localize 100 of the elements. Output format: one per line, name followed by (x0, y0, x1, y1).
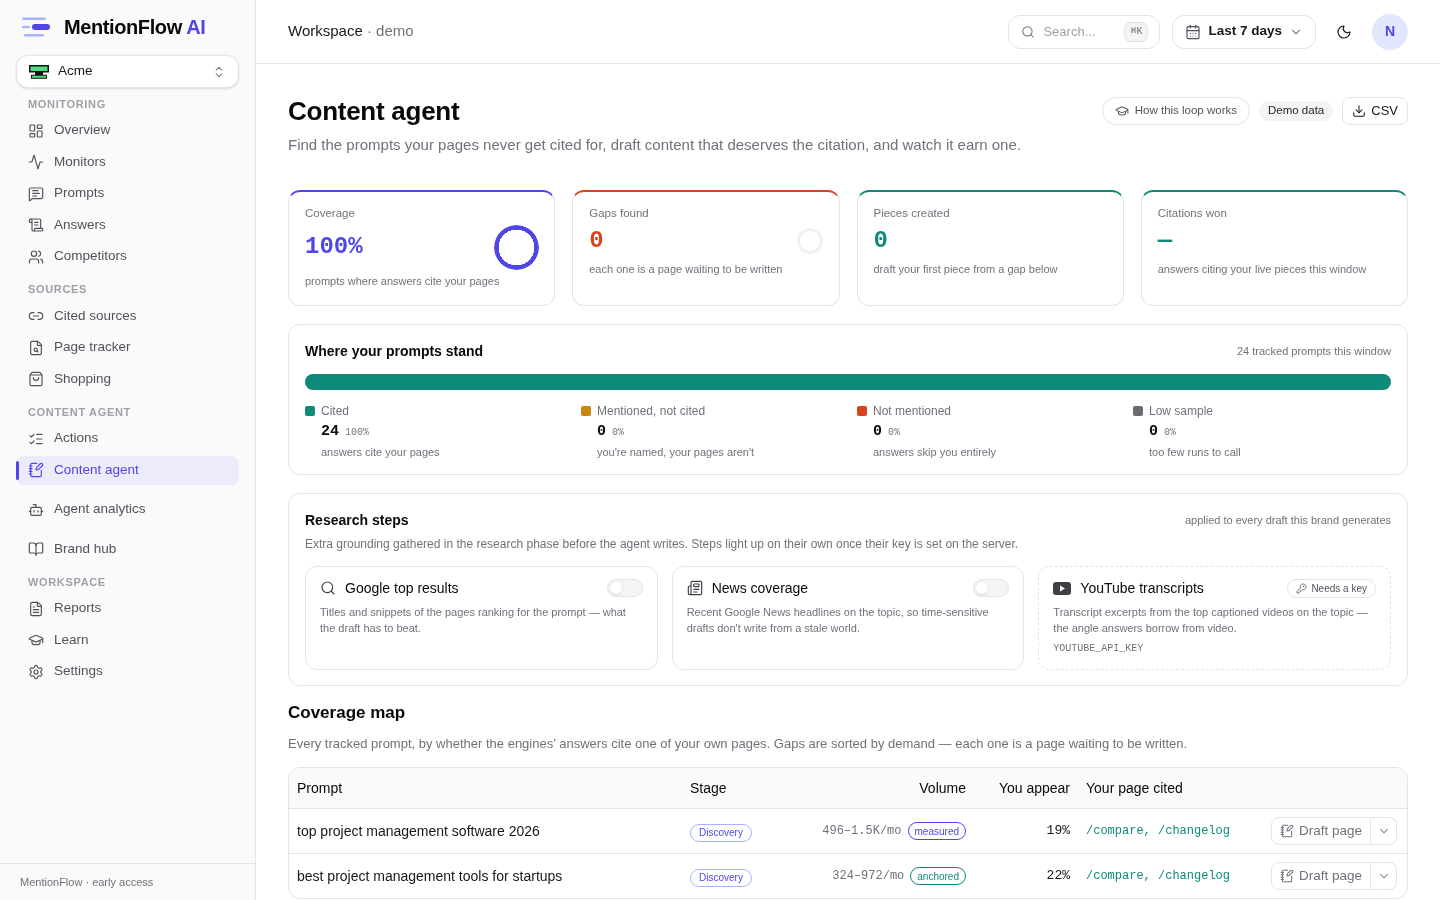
key-icon (1296, 582, 1308, 594)
nav-item[interactable]: Page tracker (16, 333, 239, 362)
nav-item[interactable]: Competitors (16, 242, 239, 271)
panel-description: Extra grounding gathered in the research phase before the agent writes. Steps light up on their own once their key is set on the server. (305, 536, 1020, 552)
nav-item[interactable]: Answers (16, 210, 239, 240)
dropdown-button[interactable] (1371, 817, 1397, 845)
step-title: YouTube transcripts (1080, 578, 1204, 598)
nav-item[interactable]: Settings (16, 657, 239, 686)
nav-item[interactable]: Agent analytics (16, 495, 239, 524)
nav-item[interactable]: Learn (16, 625, 239, 655)
toggle-switch[interactable] (973, 579, 1010, 597)
appear-cell-text: 19% (1045, 822, 1071, 841)
section-title: Coverage map (288, 702, 407, 724)
draft-page-button[interactable]: Draft page (1270, 817, 1371, 845)
document-icon (28, 600, 44, 617)
date-range-button[interactable]: Last 7 days (1172, 14, 1316, 49)
moon-icon (1336, 23, 1352, 40)
nav-item[interactable]: Cited sources (16, 301, 239, 331)
step-title: Google top results (345, 578, 459, 598)
nav-item[interactable]: Shopping (16, 364, 239, 394)
legend-count: 0 (597, 422, 606, 442)
brand-name: MentionFlow AI (64, 15, 206, 40)
search-icon (320, 580, 336, 596)
panel-title: Where your prompts stand (305, 341, 484, 361)
panel-title: Research steps (305, 510, 409, 530)
legend-share: 0% (612, 426, 625, 440)
section-heading: SOURCES (27, 282, 89, 298)
section-heading: MONITORING (27, 96, 107, 112)
stat-value: 0 (589, 226, 604, 256)
prompt-cell-text: top project management software 2026 (296, 821, 541, 841)
video-play-icon (1053, 581, 1072, 595)
legend-description: answers cite your pages (320, 445, 441, 460)
needs-key-button[interactable]: Needs a key (1287, 578, 1376, 598)
calendar-icon (1185, 23, 1202, 40)
legend-label: Cited (321, 403, 349, 420)
step-description: Transcript excerpts from the top captioned videos on the topic — the angle answers borrow from video. (1053, 605, 1369, 636)
nav-item[interactable]: Brand hub (16, 534, 239, 564)
env-key-code: YOUTUBE_API_KEY (1053, 642, 1145, 656)
stat-description: prompts where answers cite your pages (305, 274, 501, 289)
legend-share: 0% (1164, 426, 1177, 440)
column-header: Stage (689, 778, 728, 798)
section-heading: WORKSPACE (27, 574, 107, 590)
panel-note: applied to every draft this brand generates (1184, 512, 1391, 528)
notebook-pen-icon (1279, 869, 1294, 883)
bag-icon (28, 371, 44, 387)
stat-label: Citations won (1157, 206, 1228, 221)
robot-icon (28, 501, 44, 518)
appear-cell-text: 22% (1045, 867, 1071, 886)
page-title: Content agent (288, 95, 460, 128)
column-header: Prompt (296, 778, 344, 798)
stat-label: Coverage (305, 206, 356, 221)
active-bar-icon (16, 460, 19, 480)
stat-description: draft your first piece from a gap below (873, 262, 1059, 277)
nav-item[interactable]: Reports (16, 594, 239, 623)
toggle-switch[interactable] (606, 579, 643, 597)
section-description: Every tracked prompt, by whether the engines’ answers cite one of your own pages. Gaps are sorted by demand — each one is a page waiting to be written. (288, 735, 1189, 753)
graduation-cap-icon (28, 632, 44, 648)
csv-export-button[interactable]: CSV (1342, 97, 1408, 125)
draft-page-button[interactable]: Draft page (1270, 862, 1371, 890)
legend-count: 0 (1149, 422, 1158, 442)
cited-pages-text: /compare, /changelog (1085, 823, 1232, 840)
legend-label: Low sample (1149, 403, 1214, 420)
stat-value: 0 (873, 226, 888, 256)
legend-label: Mentioned, not cited (597, 403, 706, 420)
pulse-icon (28, 154, 44, 170)
legend-count: 0 (873, 422, 882, 442)
message-icon (28, 185, 44, 202)
guide-button[interactable]: How this loop works (1101, 97, 1250, 125)
column-header: Volume (918, 778, 967, 798)
footer-note: MentionFlow · early access (20, 874, 154, 890)
workspace-logo-icon (29, 64, 49, 79)
notebook-pen-icon (28, 462, 44, 478)
legend-share: 0% (888, 426, 901, 440)
graduation-cap-icon (1114, 104, 1129, 118)
legend-share: 100% (345, 426, 370, 440)
settings-icon (28, 663, 44, 680)
nav-item[interactable]: Content agent (16, 455, 239, 485)
progress-ring (494, 225, 539, 269)
legend-count: 24 (321, 422, 339, 442)
dashboard-icon (28, 122, 44, 139)
nav-item[interactable]: Overview (16, 116, 239, 145)
dropdown-button[interactable] (1371, 862, 1397, 890)
nav-item[interactable]: Monitors (16, 147, 239, 177)
stat-description: answers citing your live pieces this window (1157, 262, 1368, 277)
workspace-switcher[interactable]: Acme (16, 55, 239, 88)
nav-item[interactable]: Actions (16, 424, 239, 453)
stat-description: each one is a page waiting to be written (589, 262, 784, 277)
legend-description: you're named, your pages aren't (596, 445, 756, 460)
file-search-icon (28, 339, 44, 356)
stat-label: Pieces created (873, 206, 951, 221)
stat-value: 100% (305, 232, 363, 262)
search-icon (1021, 24, 1036, 39)
avatar[interactable]: N (1372, 13, 1408, 50)
download-icon (1352, 104, 1367, 118)
logo-icon (22, 17, 50, 37)
nav-item[interactable]: Prompts (16, 179, 239, 208)
notebook-pen-icon (1279, 824, 1294, 838)
legend-label: Not mentioned (873, 403, 952, 420)
prompt-cell-text: best project management tools for startups (296, 866, 564, 886)
section-heading: CONTENT AGENT (27, 404, 132, 420)
